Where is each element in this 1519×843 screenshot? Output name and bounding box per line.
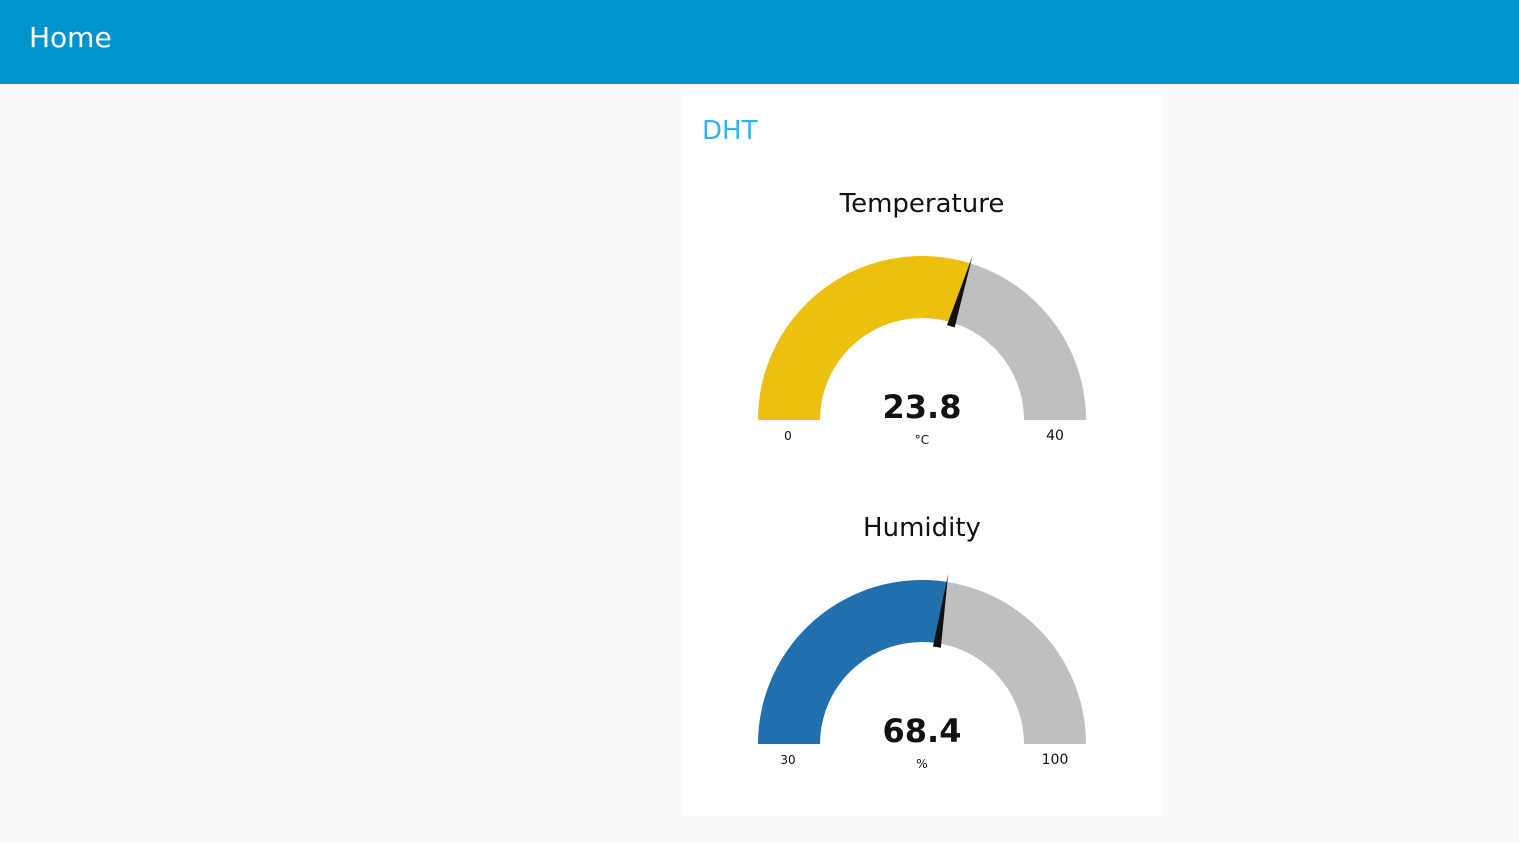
temperature-gauge: Temperature 23.8 °C 0 40: [682, 186, 1162, 486]
gauge-svg: 23.8 °C 0 40: [758, 255, 1086, 447]
group-title: DHT: [702, 116, 758, 146]
gauge-min-label: 30: [780, 753, 795, 767]
gauge-min-label: 0: [784, 429, 792, 443]
gauge-svg: 68.4 % 30 100: [758, 573, 1086, 771]
gauge-unit: °C: [915, 433, 929, 447]
gauge-unit: %: [916, 757, 927, 771]
gauge-value: 23.8: [883, 388, 962, 426]
page-title: Home: [29, 21, 112, 54]
gauge-value: 68.4: [883, 712, 962, 750]
gauge-max-label: 100: [1042, 752, 1069, 768]
top-bar: Home: [0, 0, 1519, 84]
dht-group-card: DHT Temperature 23.8 °C 0 40 Humidity 68…: [682, 94, 1162, 816]
humidity-gauge: Humidity 68.4 % 30 100: [682, 510, 1162, 810]
gauge-max-label: 40: [1046, 428, 1064, 444]
